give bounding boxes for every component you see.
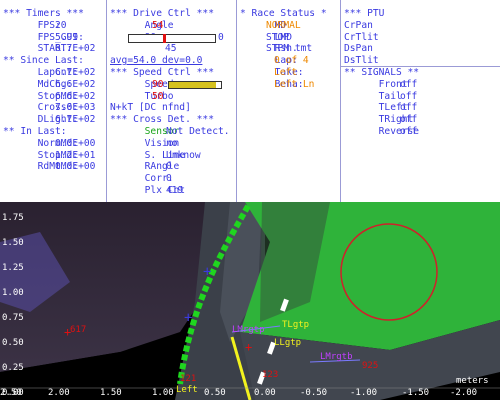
since-value: 6.7E+02	[55, 114, 96, 126]
race-value: NORMAL	[266, 19, 301, 31]
x-tick-label: 1.50	[100, 388, 122, 398]
y-tick-label: 1.50	[2, 238, 24, 248]
since-value: 6.7E+02	[55, 66, 96, 78]
in-last-value: 0.0E+00	[55, 137, 96, 149]
in-last-value: 0.0E+00	[55, 161, 96, 173]
telemetry-panel: *** Timers *** FPS: 20 FPS_GUI: 5.99 STA…	[0, 0, 500, 202]
angle-max-label: 0	[218, 31, 224, 43]
y-tick-label: 1.25	[2, 263, 24, 273]
speed-bar	[168, 80, 222, 89]
timers-header: *** Timers ***	[3, 8, 84, 19]
signal-value: off	[400, 90, 418, 102]
y-tick-label: 1.75	[2, 213, 24, 223]
y-tick-label: 1.00	[2, 288, 24, 298]
speed-value: 90	[152, 78, 164, 90]
cross-value: 419	[166, 184, 184, 196]
units-label: meters	[456, 376, 489, 386]
signal-value: off	[400, 114, 418, 126]
lmrgtb-label: LMrgtb	[320, 352, 353, 362]
start-value: 6.7E+02	[55, 43, 96, 55]
x-tick-label: 1.00	[152, 388, 174, 398]
ptu-column: *** PTU CrPan CrTlit DsPan DsTlit ** SIG…	[344, 8, 498, 202]
race-status-column: * Race Status * MD NORMAL LMD STOP Rsn. …	[240, 8, 338, 202]
column-divider	[106, 0, 107, 202]
ptu-item: DsPan	[344, 43, 373, 55]
race-value: Left	[274, 66, 298, 78]
nkt-text: N+kT [DC nfnd]	[110, 102, 191, 114]
column-divider	[236, 0, 237, 202]
race-status-header: * Race Status *	[240, 8, 327, 19]
x-tick-label: 2.00	[48, 388, 70, 398]
angle-mid-label: 45	[165, 43, 177, 55]
speed-ctrl-header: *** Speed Ctrl ***	[110, 66, 214, 78]
crosshair-marker: +	[203, 264, 211, 280]
race-value: STPM tmt	[266, 43, 313, 55]
race-value: 0 of 4	[274, 55, 309, 67]
y-tick-label: 0.50	[2, 338, 24, 348]
camera-image: + + + +	[0, 202, 500, 400]
y-tick-label: 0.25	[2, 363, 24, 373]
ptu-item: CrTlit	[344, 31, 379, 43]
point-925-label: 925	[362, 361, 379, 371]
left-label: Left	[176, 385, 198, 395]
signals-header: ** SIGNALS **	[344, 66, 420, 78]
race-value: Left Ln	[274, 78, 315, 90]
angle-slider-knob[interactable]	[163, 33, 167, 43]
camera-view[interactable]: + + + + 617 121 Left 123 925 LMrgtp TLgt…	[0, 202, 500, 400]
speed-bar-fill	[169, 81, 216, 88]
y-tick-label: 0.75	[2, 313, 24, 323]
crosshair-marker: +	[245, 340, 252, 354]
cross-value: 0	[166, 161, 172, 173]
x-tick-label: -1.00	[350, 388, 378, 398]
turbo-value: 50	[152, 90, 164, 102]
point-123-label: 123	[262, 370, 279, 380]
tlgtp-label: TLgtp	[282, 320, 310, 330]
ptu-header: *** PTU	[344, 8, 385, 19]
angle-slider[interactable]	[128, 33, 216, 43]
fps-value: 20	[55, 19, 67, 31]
cross-value: 0	[166, 173, 172, 185]
cross-value: no	[166, 137, 178, 149]
in-last-value: 1.2E+01	[55, 149, 96, 161]
since-value: 6.6E+02	[55, 78, 96, 90]
llgtp-label: LLgtp	[274, 338, 302, 348]
cross-label: RAngle	[144, 161, 180, 173]
drive-ctrl-header: *** Drive Ctrl ***	[110, 8, 214, 19]
in-last-header: ** In Last:	[3, 125, 67, 137]
x-tick-label: 0.00	[254, 388, 276, 398]
signal-value: off	[400, 102, 418, 114]
fpsgui-value: 5.99	[55, 31, 79, 43]
lmrgtp-label: LMrgtp	[232, 325, 265, 335]
since-value: 6.6E+02	[55, 90, 96, 102]
race-value: STOP	[266, 31, 290, 43]
x-tick-label: -0.50	[300, 388, 328, 398]
column-divider	[340, 0, 341, 202]
drive-column: *** Drive Ctrl *** Angle 54 90 0 45 avg=…	[110, 8, 234, 202]
point-617-label: 617	[70, 325, 87, 335]
crosshair-marker: +	[184, 310, 192, 326]
timers-column: *** Timers *** FPS: 20 FPS_GUI: 5.99 STA…	[3, 8, 105, 202]
x-tick-label: 0.50	[204, 388, 226, 398]
ptu-item: DsTlit	[344, 55, 379, 67]
angle-avg-text: avg=54.0 dev=0.0	[110, 55, 203, 67]
x-tick-label: 2.50	[0, 388, 22, 398]
ptu-item: CrPan	[344, 19, 373, 31]
angle-value: 54	[152, 19, 164, 31]
cross-value: Unknow	[166, 149, 201, 161]
cross-det-header: *** Cross Det. ***	[110, 114, 214, 126]
signal-value: off	[400, 125, 418, 137]
signal-value: off	[400, 78, 418, 90]
x-tick-label: -1.50	[402, 388, 430, 398]
x-tick-label: -2.00	[450, 388, 478, 398]
signal-label: Tail	[378, 90, 402, 102]
point-121-label: 121	[180, 374, 197, 384]
since-value: 7.6E+03	[55, 102, 96, 114]
since-last-header: ** Since Last:	[3, 55, 84, 67]
cross-value: Not Detect.	[166, 125, 230, 137]
